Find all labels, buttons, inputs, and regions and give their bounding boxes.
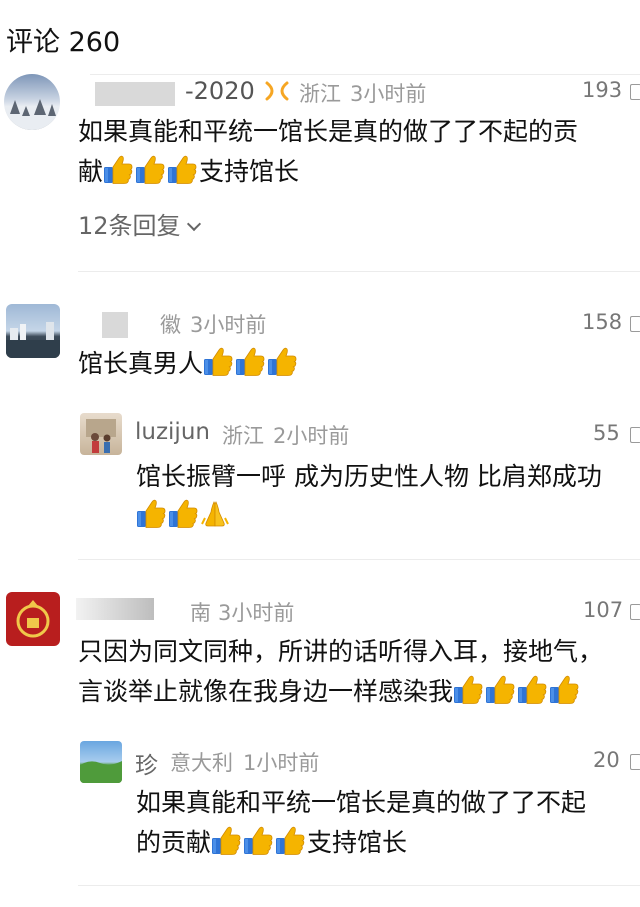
thumbs-up-emoji (485, 675, 515, 704)
thumbs-up-emoji (136, 499, 166, 528)
reply-zhen-text-prefix: 的贡献 (136, 828, 212, 857)
comment-1-replies-link[interactable]: 12条回复 (78, 206, 201, 241)
thumbs-up-emoji (453, 675, 483, 704)
red-emblem-avatar-image (16, 600, 50, 638)
vip-badge-icon (264, 80, 290, 106)
reply-luzijun-username[interactable]: luzijun (135, 419, 210, 445)
comment-2-like-count: 158 (582, 310, 623, 334)
comment-3-avatar[interactable] (6, 592, 60, 646)
pray-emoji (201, 501, 229, 527)
thumbs-up-emoji (243, 826, 273, 855)
thumbs-up-emoji (549, 675, 579, 704)
thumbs-up-emoji (103, 155, 133, 184)
city-avatar-image (6, 322, 60, 358)
reply-zhen-time: 1小时前 (243, 751, 320, 775)
thumbs-up-emoji (517, 675, 547, 704)
comment-1-text-suffix: 支持馆长 (199, 157, 300, 186)
comment-2-username-blurred[interactable] (102, 312, 128, 338)
comment-1-like-count: 193 (582, 78, 623, 102)
like-icon[interactable] (630, 604, 640, 620)
snow-trees-avatar-image (4, 99, 60, 130)
page-title: 评论 260 (6, 27, 121, 58)
thumbs-up-emoji (167, 155, 197, 184)
reply-zhen-text-line2: 的贡献 支持馆长 (136, 823, 407, 863)
like-icon[interactable] (630, 84, 640, 100)
thumbs-up-emoji (203, 347, 233, 376)
like-icon[interactable] (630, 427, 640, 443)
reply-luzijun-time: 2小时前 (273, 424, 350, 448)
reply-luzijun-text-line1: 馆长振臂一呼 成为历史性人物 比肩郑成功 (136, 462, 602, 491)
comment-2-username-tail[interactable]: 徽 (160, 309, 181, 339)
like-icon[interactable] (630, 754, 640, 770)
divider (78, 271, 640, 272)
reply-luzijun-like-count: 55 (593, 421, 620, 445)
comment-3-text-line2: 言谈举止就像在我身边一样感染我 (78, 672, 581, 712)
comment-3-username-tail[interactable]: 南 (190, 597, 211, 627)
comment-2-time: 3小时前 (190, 313, 267, 337)
top-divider (90, 74, 640, 75)
comment-2-avatar[interactable] (6, 304, 60, 358)
reply-zhen-text-line1: 如果真能和平统一馆长是真的做了了不起 (136, 788, 587, 817)
comment-1-text-line1: 如果真能和平统一馆长是真的做了了不起的贡 (78, 117, 579, 146)
people-photo-avatar-image (86, 419, 116, 453)
comment-3-text-body: 言谈举止就像在我身边一样感染我 (78, 677, 454, 706)
divider (78, 885, 640, 886)
replies-label: 12条回复 (78, 212, 181, 240)
thumbs-up-emoji (211, 826, 241, 855)
chevron-down-icon (186, 216, 201, 232)
reply-luzijun-avatar[interactable] (80, 413, 122, 455)
reply-luzijun-location: 浙江 (222, 424, 264, 448)
comment-3-username-blurred[interactable] (76, 598, 154, 620)
thumbs-up-emoji (267, 347, 297, 376)
comment-1-text-prefix: 献 (78, 157, 104, 186)
comment-3-text-line1: 只因为同文同种，所讲的话听得入耳，接地气， (78, 637, 604, 666)
comment-2-text: 馆长真男人 (78, 344, 299, 384)
comment-1-username-blurred[interactable] (95, 82, 175, 106)
comment-3-like-count: 107 (583, 598, 624, 622)
reply-zhen-username[interactable]: 珍 (135, 746, 158, 780)
thumbs-up-emoji (135, 155, 165, 184)
thumbs-up-emoji (275, 826, 305, 855)
comment-1-text-line2: 献 支持馆长 (78, 152, 299, 192)
comment-1-username-tail[interactable]: -2020 (185, 77, 255, 105)
thumbs-up-emoji (235, 347, 265, 376)
reply-zhen-text-suffix: 支持馆长 (307, 828, 408, 857)
thumbs-up-emoji (168, 499, 198, 528)
like-icon[interactable] (630, 316, 640, 332)
divider (78, 559, 640, 560)
reply-zhen-like-count: 20 (593, 748, 620, 772)
reply-zhen-avatar[interactable] (80, 741, 122, 783)
comment-1-time: 3小时前 (350, 82, 427, 106)
reply-zhen-location: 意大利 (170, 751, 233, 775)
landscape-avatar-image (80, 761, 122, 783)
comment-1-location: 浙江 (299, 82, 341, 106)
comment-2-text-body: 馆长真男人 (78, 349, 204, 378)
reply-luzijun-emoji-line (136, 498, 232, 528)
comment-1-avatar[interactable] (4, 74, 60, 130)
comment-3-time: 3小时前 (218, 601, 295, 625)
